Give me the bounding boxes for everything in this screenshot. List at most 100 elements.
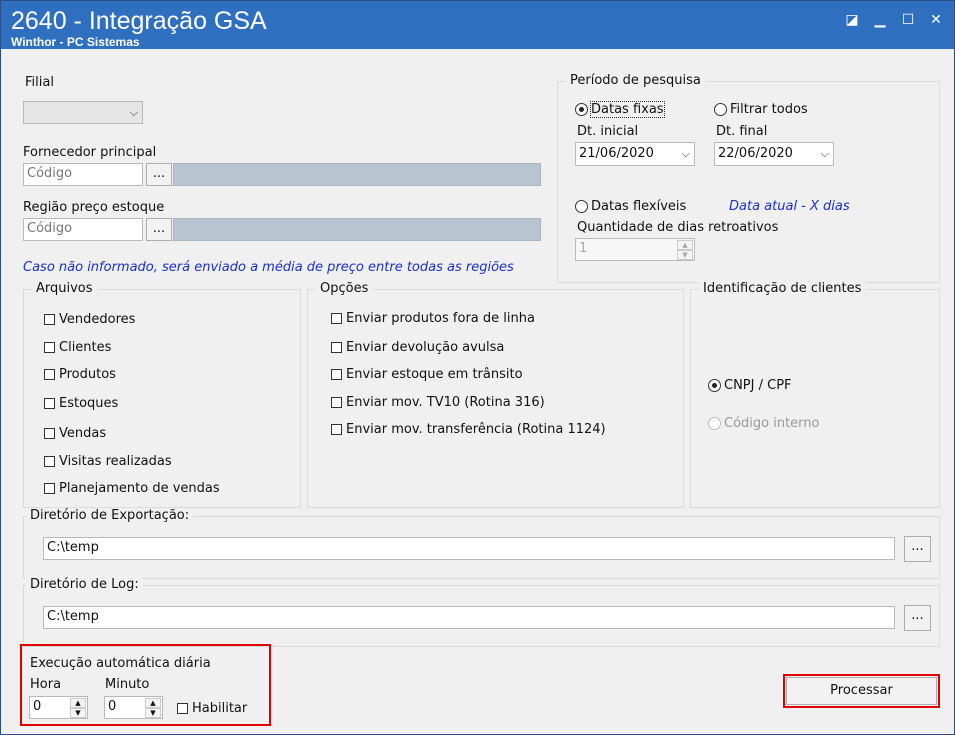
- checkbox-label: Enviar produtos fora de linha: [346, 311, 535, 326]
- execucao-title: Execução automática diária: [30, 656, 211, 671]
- checkbox-label: Enviar estoque em trânsito: [346, 367, 523, 382]
- exportacao-path-input[interactable]: C:\temp: [43, 537, 895, 560]
- arquivos-title: Arquivos: [32, 281, 97, 296]
- checkbox-estoque-transito[interactable]: Enviar estoque em trânsito: [331, 367, 523, 382]
- qtd-dias-spinner[interactable]: 1 ▲ ▼: [575, 238, 695, 261]
- datas-fixas-radio[interactable]: Datas fixas: [575, 101, 665, 118]
- log-path-input[interactable]: C:\temp: [43, 606, 895, 629]
- radio-icon: [708, 417, 721, 430]
- minuto-label: Minuto: [105, 677, 150, 692]
- habilitar-checkbox[interactable]: Habilitar: [177, 701, 247, 716]
- dt-inicial-value: 21/06/2020: [579, 146, 654, 161]
- checkbox-icon: [44, 456, 55, 467]
- dt-inicial-label: Dt. inicial: [577, 124, 639, 139]
- maximize-icon[interactable]: ☐: [900, 12, 916, 28]
- regioes-note: Caso não informado, será enviado a média…: [23, 260, 514, 275]
- arquivos-group: Arquivos Vendedores Clientes Produtos Es…: [23, 281, 301, 508]
- checkbox-fora-de-linha[interactable]: Enviar produtos fora de linha: [331, 311, 535, 326]
- opcoes-title: Opções: [316, 281, 373, 296]
- hora-value: 0: [33, 699, 42, 714]
- log-title: Diretório de Log:: [26, 577, 143, 592]
- app-window: 2640 - Integração GSA Winthor - PC Siste…: [0, 0, 955, 735]
- regiao-code-input[interactable]: Código: [23, 218, 143, 241]
- opcoes-group: Opções Enviar produtos fora de linha Env…: [307, 281, 684, 508]
- spin-down-icon[interactable]: ▼: [145, 708, 161, 718]
- spin-up-icon[interactable]: ▲: [145, 698, 161, 708]
- spin-up-icon[interactable]: ▲: [70, 698, 86, 708]
- checkbox-icon: [44, 483, 55, 494]
- checkbox-icon: [44, 398, 55, 409]
- checkbox-label: Enviar devolução avulsa: [346, 340, 505, 355]
- qtd-dias-value: 1: [579, 241, 588, 256]
- checkbox-produtos[interactable]: Produtos: [44, 367, 116, 382]
- codigo-interno-label: Código interno: [724, 416, 820, 431]
- fornecedor-search-button[interactable]: ...: [146, 163, 172, 186]
- checkbox-label: Vendas: [59, 426, 107, 441]
- filtrar-todos-radio[interactable]: Filtrar todos: [714, 102, 808, 117]
- checkbox-planejamento[interactable]: Planejamento de vendas: [44, 481, 220, 496]
- checkbox-label: Estoques: [59, 396, 119, 411]
- cnpj-cpf-label: CNPJ / CPF: [724, 378, 792, 393]
- checkbox-icon: [44, 369, 55, 380]
- spin-down-icon[interactable]: ▼: [70, 708, 86, 718]
- spin-up-icon[interactable]: ▲: [677, 240, 693, 250]
- checkbox-label: Vendedores: [59, 312, 136, 327]
- checkbox-label: Enviar mov. TV10 (Rotina 316): [346, 395, 545, 410]
- filial-label: Filial: [25, 75, 54, 90]
- checkbox-estoques[interactable]: Estoques: [44, 396, 118, 411]
- close-icon[interactable]: ✕: [928, 12, 944, 28]
- exportacao-browse-button[interactable]: ...: [904, 536, 931, 562]
- spin-down-icon[interactable]: ▼: [677, 250, 693, 260]
- dt-final-picker[interactable]: 22/06/2020 ⌵: [714, 142, 834, 166]
- radio-selected-icon: [575, 103, 588, 116]
- regiao-search-button[interactable]: ...: [146, 218, 172, 241]
- fornecedor-code-input[interactable]: Código: [23, 163, 143, 186]
- checkbox-icon: [44, 342, 55, 353]
- processar-button[interactable]: Processar: [786, 677, 937, 705]
- checkbox-icon: [331, 369, 342, 380]
- datas-flexiveis-radio[interactable]: Datas flexíveis: [575, 199, 686, 214]
- data-atual-note: Data atual - X dias: [729, 199, 850, 214]
- filial-select[interactable]: ⌵: [23, 101, 143, 124]
- checkbox-mov-tv10[interactable]: Enviar mov. TV10 (Rotina 316): [331, 395, 545, 410]
- chevron-down-icon: ⌵: [129, 106, 138, 119]
- window-title: 2640 - Integração GSA: [11, 7, 267, 35]
- log-browse-button[interactable]: ...: [904, 605, 931, 631]
- title-bar[interactable]: 2640 - Integração GSA Winthor - PC Siste…: [1, 1, 954, 49]
- checkbox-clientes[interactable]: Clientes: [44, 340, 111, 355]
- minuto-value: 0: [108, 699, 117, 714]
- window-subtitle: Winthor - PC Sistemas: [11, 35, 140, 49]
- identificacao-group: Identificação de clientes CNPJ / CPF Cód…: [690, 281, 940, 508]
- radio-icon: [575, 200, 588, 213]
- radio-icon: [714, 103, 727, 116]
- codigo-interno-radio[interactable]: Código interno: [708, 416, 820, 431]
- radio-selected-icon: [708, 379, 721, 392]
- checkbox-visitas[interactable]: Visitas realizadas: [44, 454, 172, 469]
- checkbox-icon: [331, 313, 342, 324]
- checkbox-vendas[interactable]: Vendas: [44, 426, 106, 441]
- periodo-title: Período de pesquisa: [566, 73, 705, 88]
- checkbox-devolucao-avulsa[interactable]: Enviar devolução avulsa: [331, 340, 504, 355]
- filtrar-todos-label: Filtrar todos: [730, 102, 808, 117]
- checkbox-vendedores[interactable]: Vendedores: [44, 312, 135, 327]
- exportacao-group: Diretório de Exportação: C:\temp ...: [23, 508, 940, 579]
- checkbox-icon: [44, 428, 55, 439]
- cnpj-cpf-radio[interactable]: CNPJ / CPF: [708, 378, 792, 393]
- chevron-down-icon: ⌵: [820, 147, 829, 160]
- dt-inicial-picker[interactable]: 21/06/2020 ⌵: [575, 142, 695, 166]
- log-group: Diretório de Log: C:\temp ...: [23, 577, 940, 647]
- checkbox-icon: [331, 424, 342, 435]
- restore-small-icon[interactable]: ◪: [844, 12, 860, 28]
- fornecedor-label: Fornecedor principal: [23, 145, 157, 160]
- checkbox-label: Enviar mov. transferência (Rotina 1124): [346, 422, 606, 437]
- minuto-spinner[interactable]: 0 ▲ ▼: [104, 696, 163, 719]
- minimize-icon[interactable]: ▁: [872, 12, 888, 28]
- checkbox-label: Visitas realizadas: [59, 454, 172, 469]
- periodo-group: Período de pesquisa Datas fixas Filtrar …: [557, 73, 940, 283]
- dt-final-label: Dt. final: [716, 124, 768, 139]
- checkbox-mov-transferencia[interactable]: Enviar mov. transferência (Rotina 1124): [331, 422, 606, 437]
- hora-label: Hora: [30, 677, 62, 692]
- hora-spinner[interactable]: 0 ▲ ▼: [29, 696, 88, 719]
- checkbox-label: Produtos: [59, 367, 116, 382]
- form-area: Filial ⌵ Fornecedor principal Código ...…: [9, 49, 948, 727]
